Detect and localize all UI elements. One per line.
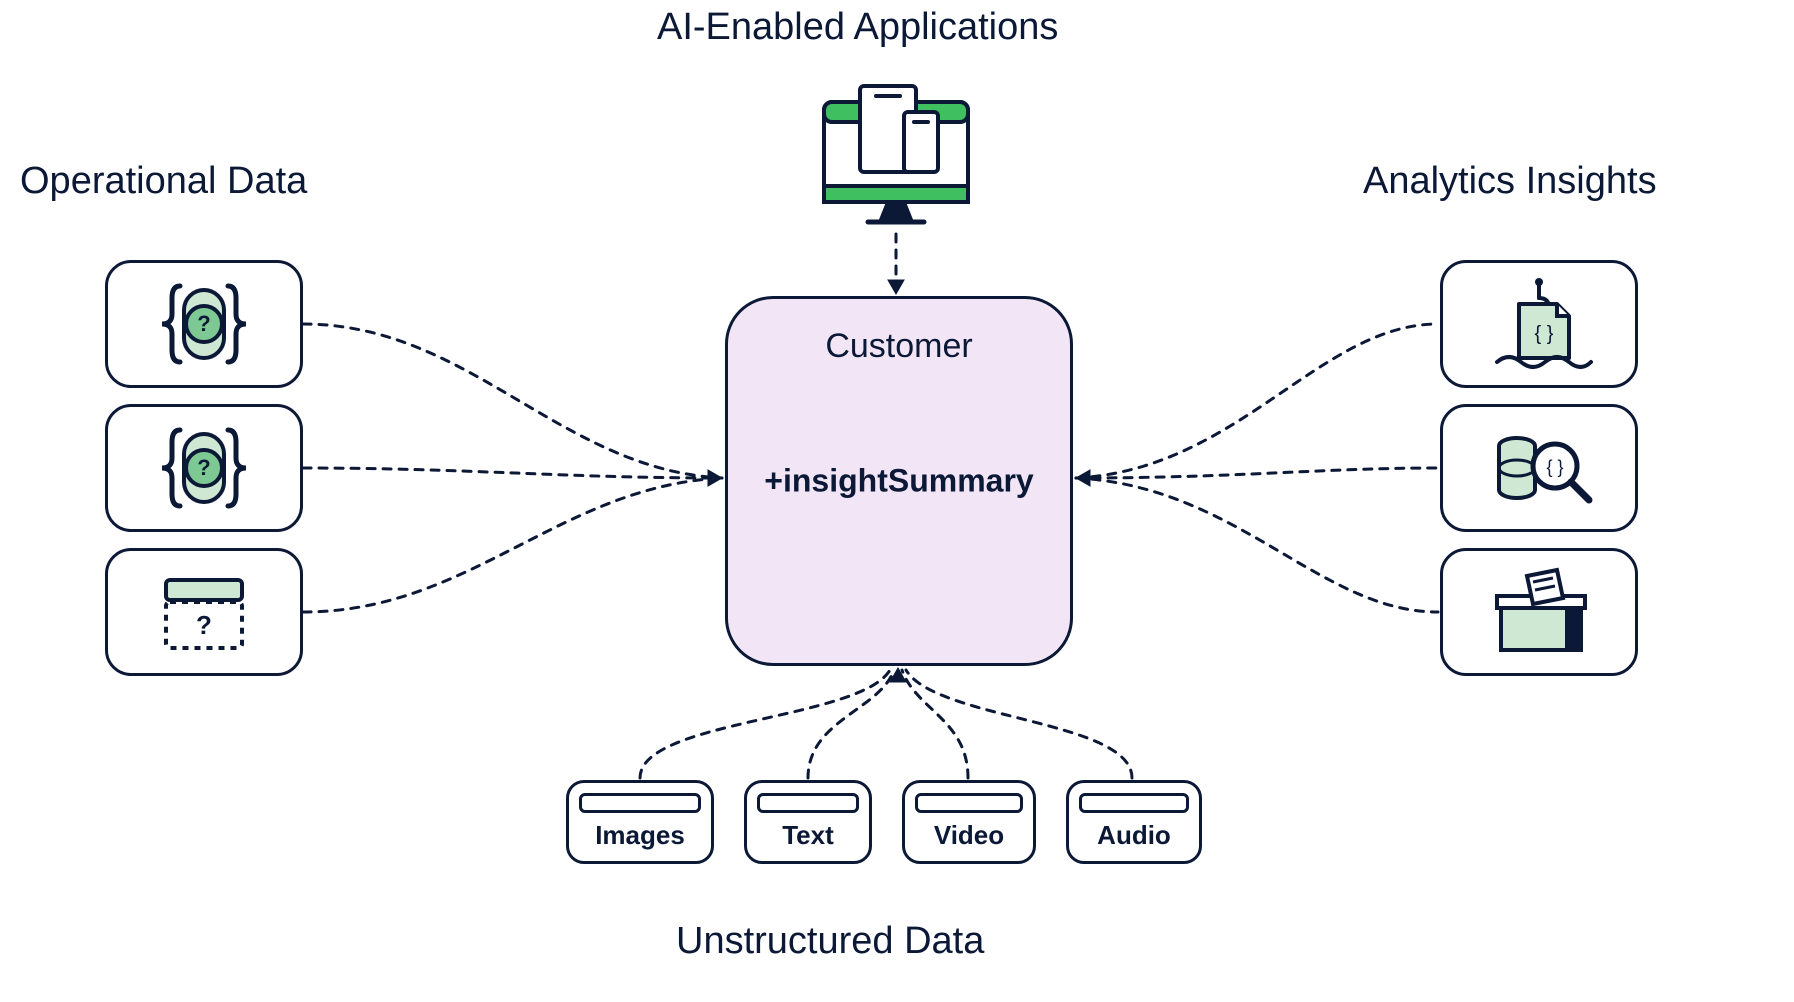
op-data-box-1: ? [105,260,303,388]
heading-top: AI-Enabled Applications [657,6,1058,49]
heading-right: Analytics Insights [1363,160,1657,203]
fishing-json-icon: { } [1479,274,1599,374]
center-customer-card: Customer +insightSummary [725,296,1073,666]
json-query-icon: ? [144,274,264,374]
unstructured-label: Text [782,820,834,851]
unstructured-box-images: Images [566,780,714,864]
heading-left: Operational Data [20,160,307,203]
window-query-icon: ? [144,562,264,662]
op-data-box-2: ? [105,404,303,532]
center-main-label: +insightSummary [728,463,1070,500]
svg-text:{ }: { } [1546,457,1563,477]
heading-bottom: Unstructured Data [676,920,984,963]
svg-text:?: ? [196,610,212,640]
unstructured-label: Images [595,820,685,851]
op-data-box-3: ? [105,548,303,676]
svg-text:?: ? [197,455,210,480]
json-query-icon: ? [144,418,264,518]
magnifier-db-icon: { } [1479,418,1599,518]
svg-text:{ }: { } [1535,323,1554,345]
center-title: Customer [728,327,1070,366]
analytics-box-3 [1440,548,1638,676]
unstructured-box-video: Video [902,780,1036,864]
unstructured-label: Video [934,820,1004,851]
unstructured-label: Audio [1097,820,1171,851]
analytics-box-2: { } [1440,404,1638,532]
unstructured-box-audio: Audio [1066,780,1202,864]
svg-text:?: ? [197,311,210,336]
app-stack-icon [816,82,976,232]
analytics-box-1: { } [1440,260,1638,388]
archive-box-icon [1479,562,1599,662]
unstructured-box-text: Text [744,780,872,864]
